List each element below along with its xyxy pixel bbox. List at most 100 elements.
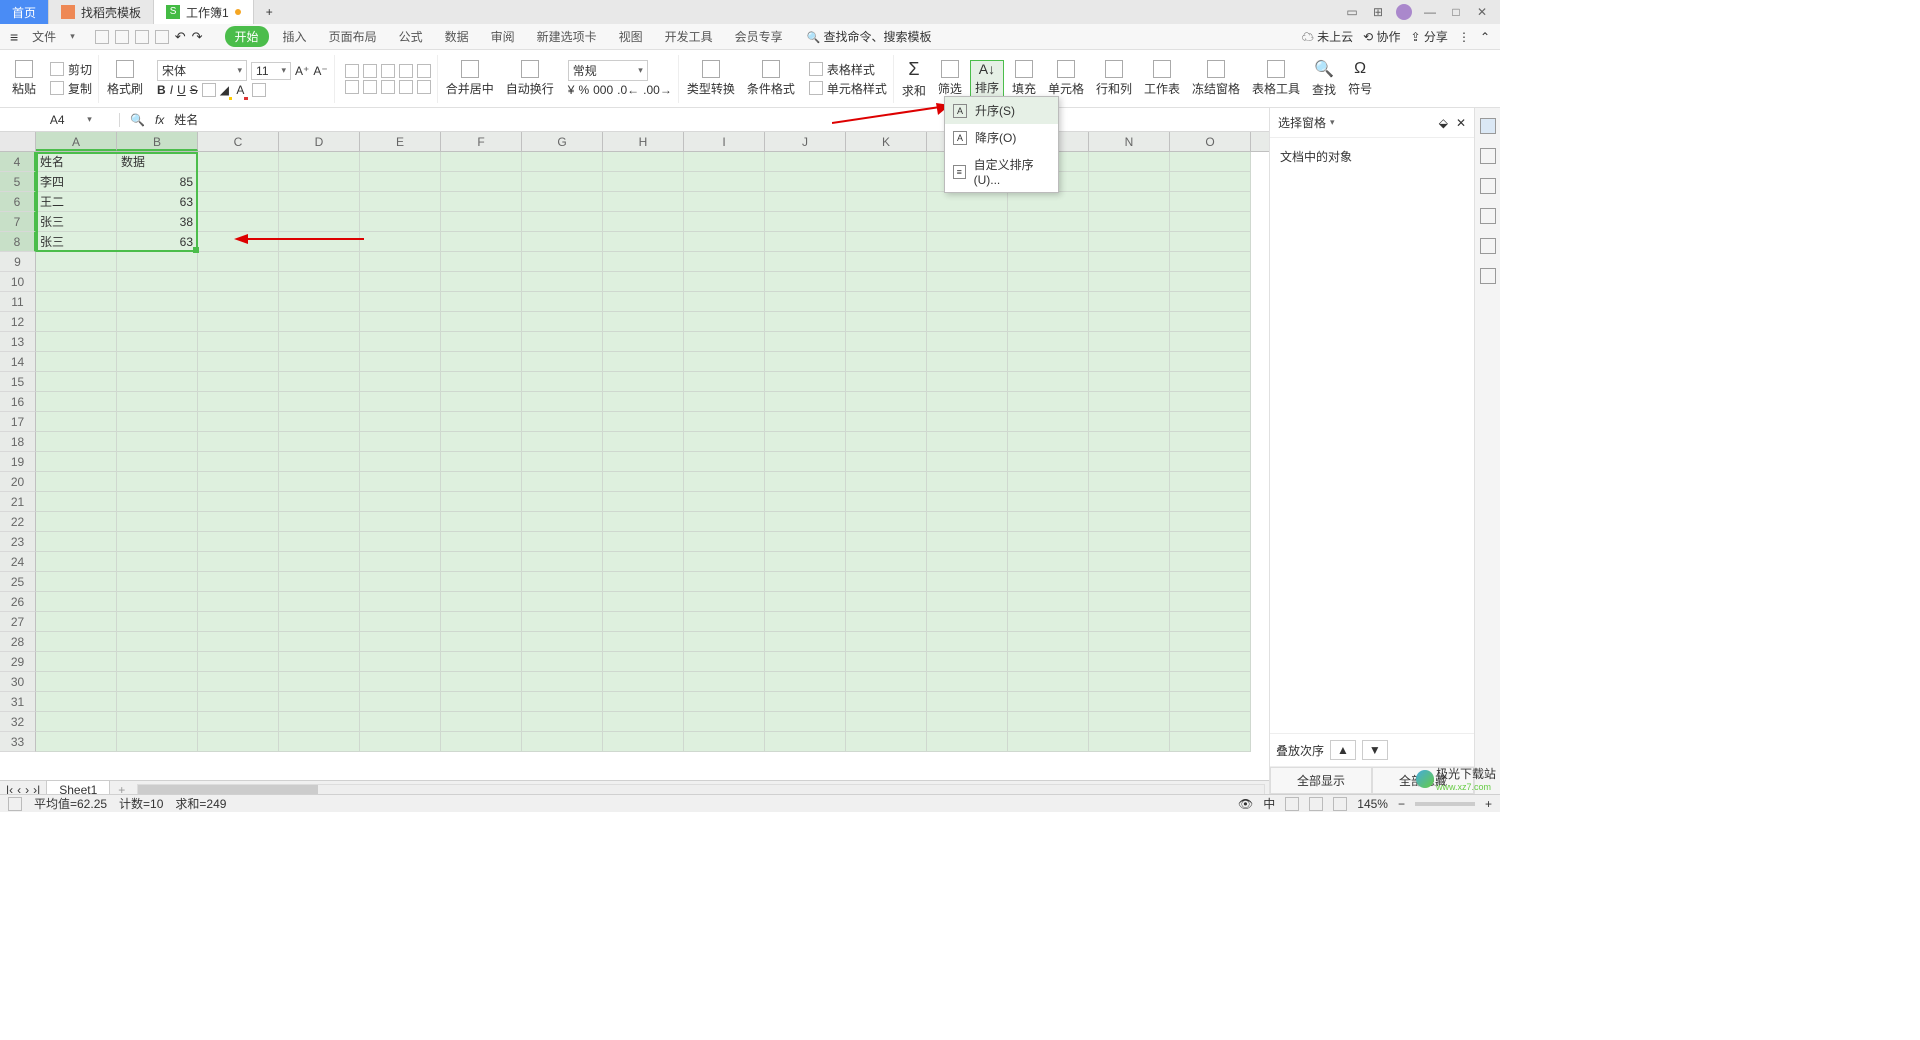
- cell[interactable]: [1089, 192, 1170, 212]
- cell[interactable]: [1089, 412, 1170, 432]
- cell[interactable]: [360, 352, 441, 372]
- cell[interactable]: [198, 172, 279, 192]
- cell[interactable]: [117, 532, 198, 552]
- maximize-button[interactable]: □: [1448, 4, 1464, 20]
- cell[interactable]: [846, 272, 927, 292]
- cell[interactable]: [765, 492, 846, 512]
- undo-icon[interactable]: ↶: [175, 29, 186, 45]
- cell[interactable]: [441, 532, 522, 552]
- cell[interactable]: [441, 272, 522, 292]
- cell[interactable]: [36, 632, 117, 652]
- cell[interactable]: [441, 392, 522, 412]
- cell[interactable]: [765, 452, 846, 472]
- row-header[interactable]: 21: [0, 492, 36, 512]
- cell[interactable]: [1089, 212, 1170, 232]
- cell[interactable]: [846, 592, 927, 612]
- cell[interactable]: [684, 432, 765, 452]
- fill-button[interactable]: 填充: [1008, 60, 1040, 97]
- cell[interactable]: [603, 572, 684, 592]
- cell[interactable]: [441, 312, 522, 332]
- cell[interactable]: [1008, 692, 1089, 712]
- cell[interactable]: [117, 592, 198, 612]
- cell[interactable]: [36, 672, 117, 692]
- cell[interactable]: [603, 612, 684, 632]
- cell[interactable]: [360, 472, 441, 492]
- cell[interactable]: [1008, 732, 1089, 752]
- view-break-icon[interactable]: [1333, 797, 1347, 811]
- cell[interactable]: [279, 472, 360, 492]
- col-header[interactable]: B: [117, 132, 198, 151]
- cell[interactable]: [117, 492, 198, 512]
- cell[interactable]: [198, 492, 279, 512]
- cell[interactable]: [522, 412, 603, 432]
- cell[interactable]: [1170, 572, 1251, 592]
- cell[interactable]: [603, 372, 684, 392]
- search-formula-icon[interactable]: 🔍: [130, 113, 145, 127]
- cell[interactable]: [441, 232, 522, 252]
- cell[interactable]: [441, 172, 522, 192]
- cell[interactable]: [1089, 272, 1170, 292]
- cell[interactable]: [1170, 392, 1251, 412]
- cell[interactable]: [522, 512, 603, 532]
- row-header[interactable]: 18: [0, 432, 36, 452]
- cell[interactable]: [117, 472, 198, 492]
- cell[interactable]: [1008, 372, 1089, 392]
- cell[interactable]: [1089, 732, 1170, 752]
- col-header[interactable]: I: [684, 132, 765, 151]
- cell[interactable]: [1008, 232, 1089, 252]
- cell[interactable]: [117, 252, 198, 272]
- cell[interactable]: [198, 332, 279, 352]
- cell[interactable]: [927, 312, 1008, 332]
- cell[interactable]: [1008, 272, 1089, 292]
- cell[interactable]: 李四: [36, 172, 117, 192]
- cell[interactable]: [441, 592, 522, 612]
- cell[interactable]: [117, 612, 198, 632]
- cell[interactable]: [846, 352, 927, 372]
- cell[interactable]: [117, 652, 198, 672]
- cell[interactable]: [522, 292, 603, 312]
- align-left-icon[interactable]: [345, 80, 359, 94]
- cell[interactable]: [684, 272, 765, 292]
- cell[interactable]: [198, 432, 279, 452]
- cell[interactable]: [765, 412, 846, 432]
- cell[interactable]: [1008, 292, 1089, 312]
- cell[interactable]: [846, 472, 927, 492]
- cell[interactable]: [522, 452, 603, 472]
- cell[interactable]: [765, 232, 846, 252]
- close-pane-icon[interactable]: ✕: [1456, 116, 1466, 130]
- cell[interactable]: [198, 252, 279, 272]
- cell[interactable]: [36, 292, 117, 312]
- row-header[interactable]: 25: [0, 572, 36, 592]
- cell[interactable]: [603, 672, 684, 692]
- cell[interactable]: [765, 652, 846, 672]
- cell[interactable]: [684, 252, 765, 272]
- cell[interactable]: [1170, 452, 1251, 472]
- cell[interactable]: [846, 252, 927, 272]
- cell[interactable]: [279, 212, 360, 232]
- cell[interactable]: [279, 352, 360, 372]
- cell[interactable]: 38: [117, 212, 198, 232]
- cell[interactable]: [603, 552, 684, 572]
- cell[interactable]: [603, 472, 684, 492]
- cell[interactable]: [927, 192, 1008, 212]
- cell[interactable]: [1008, 192, 1089, 212]
- copy-icon[interactable]: [50, 81, 64, 95]
- cell[interactable]: [117, 292, 198, 312]
- cell[interactable]: 63: [117, 192, 198, 212]
- cell[interactable]: [684, 612, 765, 632]
- select-all-corner[interactable]: [0, 132, 36, 151]
- cell[interactable]: [522, 192, 603, 212]
- cell[interactable]: [927, 672, 1008, 692]
- cell[interactable]: [684, 152, 765, 172]
- cell[interactable]: [279, 392, 360, 412]
- cell[interactable]: [117, 632, 198, 652]
- cell[interactable]: [198, 612, 279, 632]
- cell[interactable]: [522, 392, 603, 412]
- row-header[interactable]: 5: [0, 172, 36, 192]
- cell[interactable]: [684, 332, 765, 352]
- cell[interactable]: [603, 652, 684, 672]
- cell[interactable]: [927, 412, 1008, 432]
- cell[interactable]: [684, 392, 765, 412]
- cell[interactable]: [684, 292, 765, 312]
- cell[interactable]: [765, 352, 846, 372]
